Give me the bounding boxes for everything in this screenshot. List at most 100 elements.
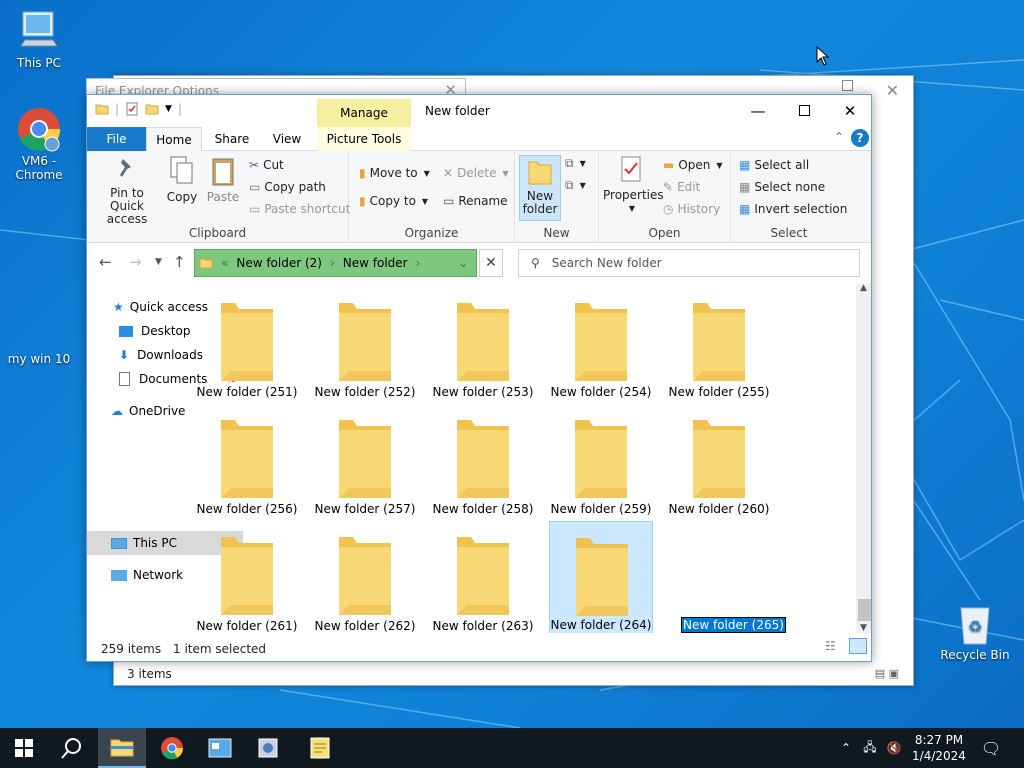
chevron-right-icon[interactable]: › <box>330 256 335 270</box>
chevron-right-icon[interactable]: › <box>416 256 421 270</box>
vertical-scrollbar[interactable]: ▲ ▼ <box>856 283 871 633</box>
back-arrow-icon[interactable]: ← <box>99 253 112 271</box>
taskbar-app-2[interactable] <box>244 728 292 768</box>
details-view-icon[interactable]: ☷ <box>825 639 836 653</box>
new-folder-icon[interactable] <box>145 102 159 116</box>
desktop-icon-this-pc[interactable]: This PC <box>0 10 78 70</box>
maximize-button[interactable] <box>781 95 827 127</box>
copy-button[interactable]: Copy <box>165 155 199 204</box>
nav-label: OneDrive <box>129 404 186 418</box>
folder-item[interactable]: New folder (254) <box>549 287 653 401</box>
organize-group-label: Organize <box>404 226 459 240</box>
desktop-icon-chrome[interactable]: VM6 - Chrome <box>0 106 78 182</box>
folder-item[interactable]: New folder (255) <box>667 287 771 401</box>
volume-muted-icon[interactable]: 🔇 <box>884 728 904 768</box>
view-toggle-icons[interactable]: ▤ ▣ <box>875 667 899 680</box>
folder-item[interactable]: New folder (251) <box>195 287 299 401</box>
folder-item[interactable]: New folder (264) <box>549 521 653 635</box>
folder-item[interactable]: New folder (252) <box>313 287 417 401</box>
customize-dropdown-icon[interactable]: ▼ <box>165 104 172 114</box>
open-button[interactable]: ▬ Open ▼ <box>663 155 723 175</box>
breadcrumb-new-folder[interactable]: New folder <box>343 256 408 270</box>
breadcrumb-new-folder-2[interactable]: New folder (2) <box>236 256 322 270</box>
folder-item[interactable]: New folder (258) <box>431 404 535 518</box>
collapse-ribbon-icon[interactable]: ⌃ <box>834 130 844 144</box>
copy-path-button[interactable]: ▭ Copy path <box>249 177 326 197</box>
copy-to-button[interactable]: ▮ Copy to ▼ <box>359 191 428 211</box>
search-input[interactable]: ⚲ Search New folder <box>518 249 860 277</box>
properties-button[interactable]: Properties ▼ <box>603 155 664 215</box>
cut-button[interactable]: ✂ Cut <box>249 155 284 175</box>
folder-item[interactable]: New folder (256) <box>195 404 299 518</box>
desktop-icon-my-win-10[interactable]: my win 10 <box>0 322 78 366</box>
network-tray-icon[interactable]: 🖧 <box>860 728 880 768</box>
move-to-button[interactable]: ▮ Move to ▼ <box>359 163 430 183</box>
close-icon[interactable]: ✕ <box>886 81 899 100</box>
rename-button[interactable]: ▭ Rename <box>443 191 508 211</box>
paste-shortcut-button[interactable]: ▭ Paste shortcut <box>249 199 350 219</box>
minimize-button[interactable]: — <box>735 95 781 127</box>
folder-item[interactable]: New folder (263) <box>431 521 535 635</box>
manage-context-tab[interactable]: Manage <box>317 99 411 127</box>
delete-button[interactable]: ✕ Delete ▼ <box>443 163 509 183</box>
tab-share[interactable]: Share <box>206 127 258 151</box>
properties-icon[interactable] <box>125 102 139 116</box>
forward-arrow-icon[interactable]: → <box>129 253 142 271</box>
folder-item[interactable]: New folder (261) <box>195 521 299 635</box>
title-bar[interactable]: | ▼ | Manage New folder — ✕ <box>87 95 871 127</box>
cloud-icon: ☁ <box>111 404 123 418</box>
start-button[interactable] <box>0 728 48 768</box>
clock[interactable]: 8:27 PM 1/4/2024 <box>906 732 972 764</box>
help-icon[interactable]: ? <box>851 129 869 147</box>
history-button[interactable]: ◷ History <box>663 199 720 219</box>
taskbar-app-3[interactable] <box>296 728 344 768</box>
taskbar-app-1[interactable] <box>196 728 244 768</box>
clear-address-button[interactable]: ✕ <box>479 249 503 277</box>
explorer-window[interactable]: | ▼ | Manage New folder — ✕ File Home Sh… <box>86 94 872 662</box>
search-button[interactable] <box>48 728 96 768</box>
desktop-icon-recycle-bin[interactable]: ♻ Recycle Bin <box>936 602 1014 662</box>
taskbar-file-explorer[interactable] <box>98 728 146 768</box>
show-hidden-icons[interactable]: ⌃ <box>838 728 854 768</box>
folder-item[interactable]: New folder (253) <box>431 287 535 401</box>
notifications-icon[interactable]: 🗨 <box>978 728 1004 768</box>
easy-access-button[interactable]: ⧉ ▼ <box>565 175 586 195</box>
tab-picture-tools[interactable]: Picture Tools <box>317 127 411 151</box>
folder-rename-input[interactable]: New folder (265) <box>681 617 786 633</box>
folder-icon <box>221 537 273 615</box>
select-all-button[interactable]: ▦ Select all <box>739 155 809 175</box>
folder-item[interactable]: New folder (262) <box>313 521 417 635</box>
pin-to-quick-access-button[interactable]: Pin to Quick access <box>93 155 161 226</box>
paste-label: Paste <box>206 190 240 204</box>
separator: | <box>115 102 120 116</box>
select-none-button[interactable]: ▦ Select none <box>739 177 825 197</box>
folder-item[interactable]: New folder (259) <box>549 404 653 518</box>
invert-selection-button[interactable]: ▦ Invert selection <box>739 199 847 219</box>
folder-item[interactable]: New folder (265) <box>667 521 786 635</box>
edit-button[interactable]: ✎ Edit <box>663 177 700 197</box>
taskbar-chrome[interactable] <box>148 728 196 768</box>
tab-home[interactable]: Home <box>146 127 202 152</box>
new-folder-button[interactable]: New folder <box>519 155 561 221</box>
folder-item[interactable]: New folder (257) <box>313 404 417 518</box>
tab-view[interactable]: View <box>263 127 311 151</box>
scroll-down-icon[interactable]: ▼ <box>860 623 867 633</box>
scroll-thumb[interactable] <box>858 599 871 621</box>
file-list[interactable]: New folder (251) New folder (252) New fold… <box>197 283 871 635</box>
up-arrow-icon[interactable]: ↑ <box>173 253 186 271</box>
shortcut-icon <box>19 322 59 350</box>
overflow-chevron-icon[interactable]: « <box>221 256 228 270</box>
dropdown-arrow-icon: ▼ <box>502 168 509 178</box>
maximize-icon[interactable] <box>842 80 853 91</box>
new-item-button[interactable]: ⧉ ▼ <box>565 153 586 173</box>
close-button[interactable]: ✕ <box>827 95 871 127</box>
address-bar[interactable]: « New folder (2) › New folder › ⌄ <box>194 249 477 277</box>
select-group-label: Select <box>770 226 808 240</box>
recent-locations-icon[interactable]: ▼ <box>155 257 162 267</box>
chevron-down-icon[interactable]: ⌄ <box>458 256 468 270</box>
paste-button[interactable]: Paste <box>205 155 241 204</box>
tab-file[interactable]: File <box>87 127 146 151</box>
scroll-up-icon[interactable]: ▲ <box>860 283 867 293</box>
large-icons-view-icon[interactable] <box>849 638 867 654</box>
folder-item[interactable]: New folder (260) <box>667 404 771 518</box>
